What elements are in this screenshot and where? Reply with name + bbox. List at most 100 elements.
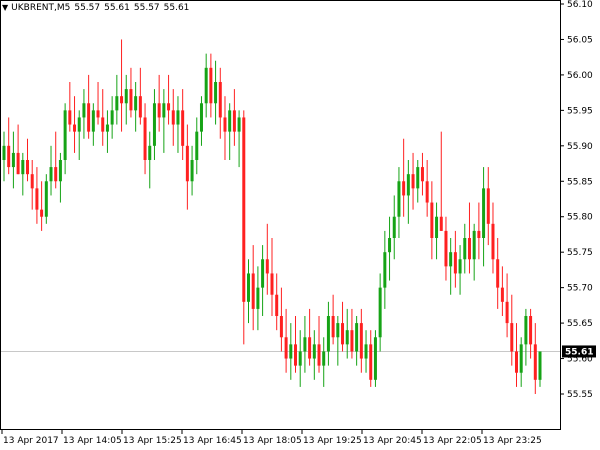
bull-candle	[162, 103, 166, 118]
bear-candle	[68, 110, 72, 125]
bear-candle	[425, 181, 429, 203]
chart-window[interactable]: 56.10 56.05 56.00 55.95 55.90 55.85 55.80 55.75…	[0, 0, 600, 450]
open-price: 55.57	[74, 3, 101, 13]
bear-candle	[157, 103, 161, 118]
bear-candle	[308, 337, 312, 359]
bull-candle	[204, 67, 208, 104]
bull-candle	[312, 344, 316, 359]
bull-candle	[115, 96, 119, 111]
svg-text:55.61: 55.61	[565, 347, 593, 357]
price-tick-label: 56.00	[567, 71, 593, 81]
bull-candle	[458, 259, 462, 274]
bear-candle	[430, 202, 434, 238]
bull-candle	[345, 330, 349, 345]
bull-candle	[388, 238, 392, 253]
bull-candle	[134, 96, 138, 111]
bear-candle	[171, 110, 175, 125]
price-tick-label: 55.55	[567, 390, 593, 400]
bull-candle	[392, 216, 396, 238]
bull-candle	[228, 110, 232, 132]
bull-candle	[246, 273, 250, 302]
bear-candle	[486, 188, 490, 224]
bull-candle	[256, 287, 260, 309]
bull-candle	[538, 351, 542, 380]
price-tick-label: 56.10	[567, 0, 593, 10]
bull-candle	[289, 344, 293, 359]
bear-candle	[138, 96, 142, 118]
bull-candle	[77, 117, 81, 132]
high-price: 55.61	[104, 3, 130, 13]
bear-candle	[529, 316, 533, 345]
bull-candle	[237, 117, 241, 132]
bear-candle	[242, 117, 246, 302]
close-price: 55.61	[163, 3, 190, 13]
time-tick-label: 13 Apr 20:45	[363, 436, 422, 446]
price-tick-label: 55.80	[567, 213, 593, 223]
bear-candle	[439, 216, 443, 231]
bull-candle	[435, 216, 439, 238]
bull-candle	[63, 110, 67, 160]
bear-candle	[420, 167, 424, 182]
bear-candle	[185, 145, 189, 182]
bull-candle	[326, 316, 330, 352]
price-tick-label: 56.05	[567, 35, 593, 45]
time-tick-label: 13 Apr 19:25	[303, 436, 362, 446]
bull-candle	[472, 230, 476, 260]
bull-candle	[199, 103, 203, 132]
time-axis: 13 Apr 2017 13 Apr 14:05 13 Apr 15:25 13 Ap…	[1, 430, 542, 446]
symbol-name: UKBRENT,M5	[11, 3, 71, 13]
time-tick-label: 13 Apr 2017	[3, 436, 59, 446]
bear-candle	[120, 96, 124, 104]
bull-candle	[482, 188, 486, 238]
bear-candle	[533, 344, 537, 380]
bear-candle	[251, 273, 255, 309]
bear-candle	[101, 117, 105, 132]
bear-candle	[167, 103, 171, 111]
bull-candle	[524, 316, 528, 345]
bear-candle	[265, 259, 269, 274]
bull-candle	[11, 152, 15, 168]
bull-candle	[416, 167, 420, 189]
bear-candle	[350, 330, 354, 352]
bull-candle	[82, 103, 86, 118]
time-tick-label: 13 Apr 18:05	[243, 436, 302, 446]
dropdown-triangle-icon[interactable]: ▼	[2, 3, 8, 12]
chart-frame	[0, 0, 561, 430]
bear-candle	[209, 67, 213, 104]
bear-candle	[284, 337, 288, 359]
bull-candle	[44, 181, 48, 217]
bull-candle	[21, 160, 25, 175]
bull-candle	[336, 323, 340, 338]
bull-candle	[449, 252, 453, 267]
bear-candle	[73, 124, 77, 132]
bear-candle	[279, 316, 283, 338]
bear-candle	[294, 344, 298, 366]
price-tick-label: 55.75	[567, 248, 593, 258]
bear-candle	[181, 110, 185, 146]
bear-candle	[54, 167, 58, 182]
bear-candle	[331, 316, 335, 338]
bear-candle	[477, 230, 481, 238]
bear-candle	[223, 117, 227, 132]
price-tick-label: 55.90	[567, 142, 593, 152]
bull-candle	[397, 181, 401, 217]
bear-candle	[218, 82, 222, 118]
price-tick-label: 55.70	[567, 284, 593, 294]
bear-candle	[411, 174, 415, 189]
bear-candle	[87, 103, 91, 132]
bull-candle	[364, 344, 368, 359]
candlestick-chart[interactable]: 56.10 56.05 56.00 55.95 55.90 55.85 55.80 55.75…	[0, 0, 600, 450]
bull-candle	[2, 145, 6, 160]
bull-candle	[110, 110, 114, 125]
symbol-info: ▼ UKBRENT,M5 55.57 55.61 55.57 55.61	[2, 3, 193, 13]
bear-candle	[96, 110, 100, 118]
bear-candle	[402, 181, 406, 196]
bull-candle	[406, 174, 410, 196]
bear-candle	[7, 145, 11, 168]
bear-candle	[500, 287, 504, 302]
bull-candle	[124, 89, 128, 104]
bull-candle	[58, 160, 62, 182]
bear-candle	[275, 294, 279, 316]
bear-candle	[505, 301, 509, 324]
price-tick-label: 55.95	[567, 106, 593, 116]
